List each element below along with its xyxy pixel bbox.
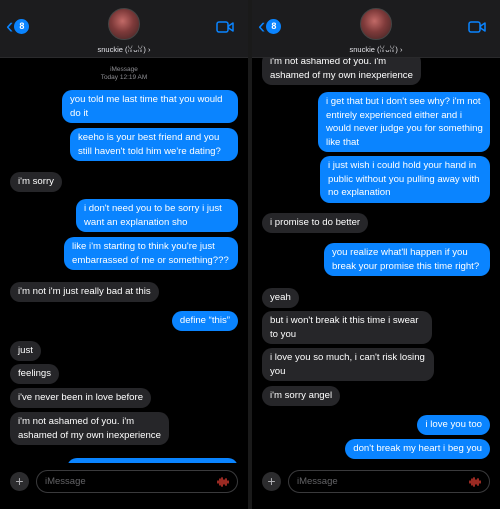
plus-icon[interactable]: + <box>10 472 29 491</box>
composer: + <box>0 463 248 509</box>
received-message-bubble[interactable]: yeah <box>262 288 299 308</box>
message-input[interactable] <box>45 476 195 487</box>
video-camera-icon[interactable] <box>468 20 486 34</box>
unread-badge: 8 <box>266 18 282 34</box>
audio-waveform-icon[interactable] <box>217 477 229 487</box>
unread-badge: 8 <box>14 18 30 34</box>
received-message-bubble[interactable]: just <box>10 341 41 361</box>
service-label: iMessage <box>110 66 138 73</box>
audio-waveform-icon[interactable] <box>469 477 481 487</box>
received-message-bubble[interactable]: i love you so much, i can't risk losing y… <box>262 348 434 381</box>
timestamp: Today 12:19 AM <box>100 74 148 81</box>
message-field[interactable] <box>288 470 490 493</box>
video-camera-icon[interactable] <box>216 20 234 34</box>
sent-message-bubble[interactable]: i don't need you to be sorry i just want … <box>76 199 238 232</box>
received-message-bubble[interactable]: i'm not ashamed of you. i'm ashamed of my… <box>10 412 169 445</box>
contact-name[interactable]: snuckie (ꈍᴗꈍ) › <box>252 44 500 54</box>
sent-message-bubble[interactable]: keeho is your best friend and you still h… <box>70 128 238 161</box>
back-button[interactable]: ‹ 8 <box>6 13 30 38</box>
sent-message-bubble[interactable]: i just wish i could hold your hand in pub… <box>320 156 490 203</box>
received-message-bubble[interactable]: i'm not ashamed of you. i'm ashamed of my… <box>262 58 421 85</box>
received-message-bubble[interactable]: i'm sorry <box>10 172 62 192</box>
contact-name[interactable]: snuckie (ꈍᴗꈍ) › <box>0 44 248 54</box>
sent-message-bubble[interactable]: like i'm starting to think you're just em… <box>64 237 238 270</box>
message-field[interactable] <box>36 470 238 493</box>
sent-message-bubble[interactable]: don't break my heart i beg you <box>345 439 490 459</box>
conversation-header: ‹ 8 snuckie (ꈍᴗꈍ) › <box>252 0 500 58</box>
received-message-bubble[interactable]: feelings <box>10 364 60 384</box>
chevron-left-icon: ‹ <box>258 13 266 38</box>
chevron-left-icon: ‹ <box>6 13 14 38</box>
sent-message-bubble[interactable]: you told me last time that you would do i… <box>62 90 238 123</box>
sent-message-bubble[interactable]: i love you too <box>417 415 490 435</box>
avatar[interactable] <box>360 8 392 40</box>
conversation-header: ‹ 8 snuckie (ꈍᴗꈍ) › <box>0 0 248 58</box>
plus-icon[interactable]: + <box>262 472 281 491</box>
message-thread[interactable]: i'm not ashamed of you. i'm ashamed of my… <box>252 58 500 463</box>
message-input[interactable] <box>297 476 447 487</box>
sent-message-bubble[interactable]: i get that but i don't see why? i'm not e… <box>318 92 490 152</box>
received-message-bubble[interactable]: i've never been in love before <box>10 388 152 408</box>
received-message-bubble[interactable]: i'm not i'm just really bad at this <box>10 282 159 302</box>
conversation-panel-right: ‹ 8 snuckie (ꈍᴗꈍ) › i'm not ashamed of y… <box>252 0 500 509</box>
back-button[interactable]: ‹ 8 <box>258 13 282 38</box>
message-thread[interactable]: iMessage Today 12:19 AM you told me last… <box>0 58 248 463</box>
conversation-panel-left: ‹ 8 snuckie (ꈍᴗꈍ) › iMessage Today 12:19… <box>0 0 248 509</box>
received-message-bubble[interactable]: but i won't break it this time i swear to… <box>262 311 432 344</box>
received-message-bubble[interactable]: i promise to do better <box>262 213 369 233</box>
received-message-bubble[interactable]: i'm sorry angel <box>262 386 341 406</box>
avatar[interactable] <box>108 8 140 40</box>
sent-message-bubble[interactable]: you realize what'll happen if you break y… <box>324 243 490 276</box>
composer: + <box>252 463 500 509</box>
sent-message-bubble[interactable]: define “this” <box>171 311 238 331</box>
